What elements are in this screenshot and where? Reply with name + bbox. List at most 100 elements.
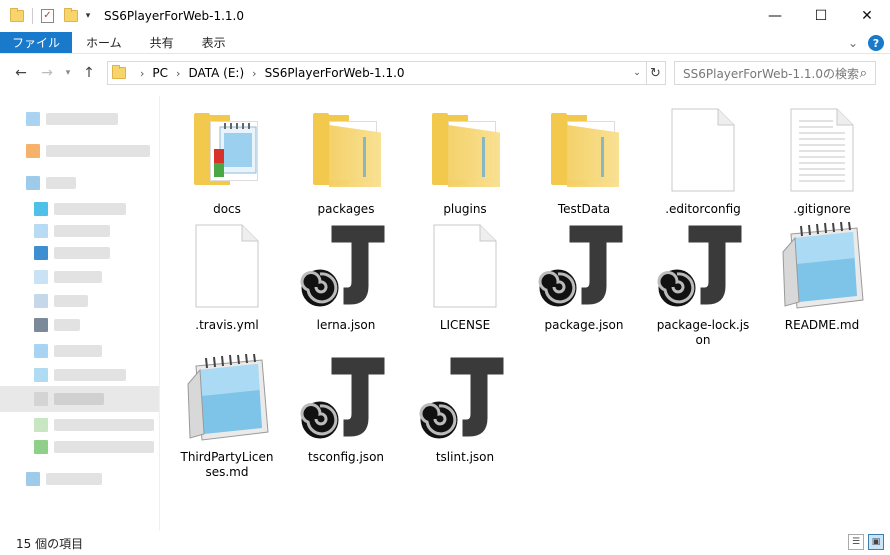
new-folder-icon[interactable] bbox=[64, 8, 78, 22]
file-name: TestData bbox=[557, 202, 611, 216]
breadcrumb-separator[interactable]: › bbox=[252, 67, 256, 80]
file-item[interactable]: .editorconfig bbox=[644, 102, 762, 217]
item-count: 15 個の項目 bbox=[16, 536, 84, 551]
json-file-icon bbox=[298, 354, 388, 442]
file-item[interactable]: tslint.json bbox=[406, 350, 524, 465]
notepad-file-icon bbox=[187, 354, 269, 441]
address-bar[interactable]: › PC › DATA (E:) › SS6PlayerForWeb-1.1.0… bbox=[107, 61, 647, 85]
breadcrumb-separator[interactable]: › bbox=[140, 67, 144, 80]
file-item[interactable]: packages bbox=[287, 102, 405, 217]
file-name: ThirdPartyLicenses.md bbox=[180, 450, 274, 479]
file-name: .gitignore bbox=[793, 202, 851, 216]
nav-icon bbox=[34, 202, 48, 216]
file-name: LICENSE bbox=[439, 318, 491, 332]
tab-share[interactable]: 共有 bbox=[136, 32, 188, 53]
large-icons-view-icon[interactable]: ▣ bbox=[868, 534, 884, 550]
file-name: package.json bbox=[544, 318, 624, 332]
minimize-button[interactable]: — bbox=[752, 0, 798, 32]
file-item[interactable]: .travis.yml bbox=[168, 218, 286, 333]
nav-icon bbox=[26, 472, 40, 486]
json-file-icon bbox=[298, 222, 388, 310]
nav-icon bbox=[34, 246, 48, 260]
folder-icon bbox=[428, 113, 502, 187]
notepad-file-icon bbox=[782, 222, 864, 309]
file-name: docs bbox=[213, 202, 241, 216]
file-name: lerna.json bbox=[316, 318, 376, 332]
file-item[interactable]: ThirdPartyLicenses.md bbox=[168, 350, 286, 480]
nav-item-selected[interactable] bbox=[0, 386, 159, 412]
nav-item[interactable] bbox=[34, 200, 126, 218]
nav-icon bbox=[26, 112, 40, 126]
file-item[interactable]: package.json bbox=[525, 218, 643, 333]
nav-icon bbox=[34, 418, 48, 432]
nav-item[interactable] bbox=[34, 244, 110, 262]
tab-view[interactable]: 表示 bbox=[188, 32, 240, 53]
nav-item[interactable] bbox=[34, 222, 110, 240]
nav-item[interactable] bbox=[34, 292, 88, 310]
breadcrumb-current-folder[interactable]: SS6PlayerForWeb-1.1.0 bbox=[265, 66, 405, 80]
file-name: tslint.json bbox=[435, 450, 495, 464]
file-item[interactable]: LICENSE bbox=[406, 218, 524, 333]
nav-item[interactable] bbox=[26, 174, 76, 192]
up-arrow-icon[interactable]: ↑ bbox=[76, 65, 102, 81]
window-title: SS6PlayerForWeb-1.1.0 bbox=[104, 9, 244, 23]
nav-icon bbox=[26, 176, 40, 190]
file-name: plugins bbox=[443, 202, 487, 216]
nav-item[interactable] bbox=[26, 110, 118, 128]
expand-ribbon-chevron-icon[interactable]: ⌄ bbox=[848, 36, 858, 50]
tab-home[interactable]: ホーム bbox=[72, 32, 136, 53]
nav-item[interactable] bbox=[34, 342, 102, 360]
breadcrumb-pc[interactable]: PC bbox=[152, 66, 168, 80]
folder-icon bbox=[309, 113, 383, 187]
nav-item[interactable] bbox=[26, 470, 102, 488]
file-name: tsconfig.json bbox=[307, 450, 385, 464]
nav-item[interactable] bbox=[34, 438, 154, 456]
nav-icon bbox=[34, 224, 48, 238]
folder-icon bbox=[547, 113, 621, 187]
navigation-pane[interactable] bbox=[0, 96, 160, 531]
file-item[interactable]: package-lock.json bbox=[644, 218, 762, 348]
file-item[interactable]: README.md bbox=[763, 218, 881, 333]
breadcrumb-drive[interactable]: DATA (E:) bbox=[188, 66, 244, 80]
maximize-button[interactable]: ☐ bbox=[798, 0, 844, 32]
status-bar: 15 個の項目 ☰ ▣ bbox=[0, 531, 890, 555]
properties-icon[interactable]: ✓ bbox=[41, 9, 54, 23]
search-box[interactable]: SS6PlayerForWeb-1.1.0の検索 ⌕ bbox=[674, 61, 876, 85]
nav-item[interactable] bbox=[34, 416, 154, 434]
customize-quick-access-icon[interactable]: ▾ bbox=[82, 11, 94, 21]
blank-file-icon bbox=[433, 224, 497, 308]
close-button[interactable]: ✕ bbox=[844, 0, 890, 32]
help-icon[interactable]: ? bbox=[868, 35, 884, 51]
address-dropdown-chevron-icon[interactable]: ⌄ bbox=[628, 62, 646, 84]
nav-icon bbox=[34, 318, 48, 332]
file-item[interactable]: lerna.json bbox=[287, 218, 405, 333]
nav-item[interactable] bbox=[34, 316, 80, 334]
file-name: package-lock.json bbox=[656, 318, 750, 347]
breadcrumb-separator[interactable]: › bbox=[176, 67, 180, 80]
json-file-icon bbox=[417, 354, 507, 442]
file-item[interactable]: .gitignore bbox=[763, 102, 881, 217]
file-item[interactable]: TestData bbox=[525, 102, 643, 217]
back-arrow-icon[interactable]: ← bbox=[8, 65, 34, 81]
nav-icon bbox=[34, 440, 48, 454]
file-item[interactable]: tsconfig.json bbox=[287, 350, 405, 465]
folder-icon bbox=[112, 65, 126, 79]
details-view-icon[interactable]: ☰ bbox=[848, 534, 864, 550]
forward-arrow-icon[interactable]: → bbox=[34, 65, 60, 81]
tab-file[interactable]: ファイル bbox=[0, 32, 73, 53]
file-item[interactable]: plugins bbox=[406, 102, 524, 217]
refresh-icon[interactable]: ↻ bbox=[646, 61, 666, 85]
recent-locations-chevron-icon[interactable]: ▾ bbox=[60, 68, 76, 78]
title-bar: ✓ ▾ SS6PlayerForWeb-1.1.0 — ☐ ✕ bbox=[0, 0, 890, 32]
search-placeholder: SS6PlayerForWeb-1.1.0の検索 bbox=[683, 66, 859, 81]
nav-item[interactable] bbox=[34, 268, 102, 286]
json-file-icon bbox=[536, 222, 626, 310]
nav-icon bbox=[34, 294, 48, 308]
nav-item[interactable] bbox=[34, 366, 126, 384]
file-item[interactable]: docs bbox=[168, 102, 286, 217]
text-file-icon bbox=[790, 108, 854, 192]
file-name: README.md bbox=[784, 318, 860, 332]
ribbon-tabs: ファイル ホーム 共有 表示 ⌄ ? bbox=[0, 32, 890, 54]
nav-item[interactable] bbox=[26, 142, 150, 160]
folder-icon[interactable] bbox=[10, 8, 24, 22]
